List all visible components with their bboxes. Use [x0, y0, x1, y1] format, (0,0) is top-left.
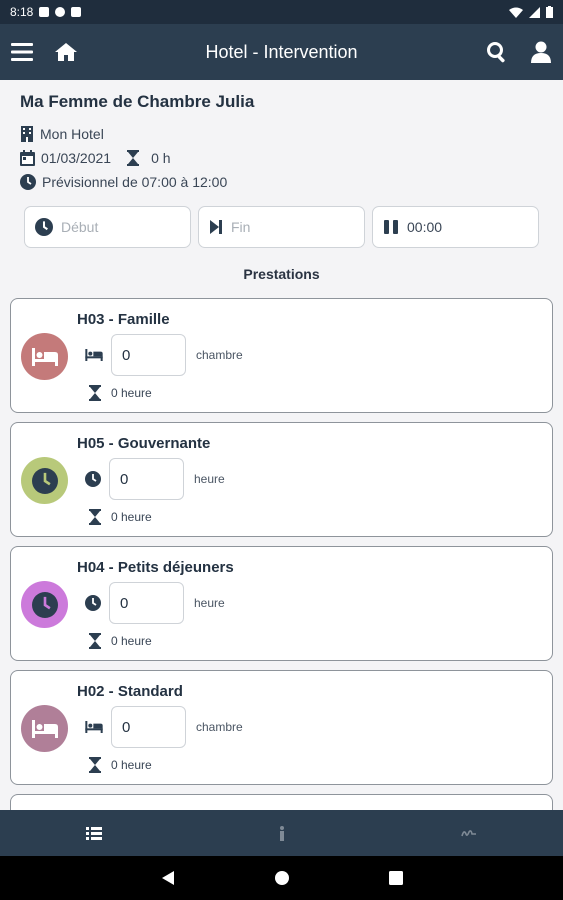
building-icon: [21, 126, 33, 142]
quantity-input[interactable]: 0: [111, 706, 186, 748]
intervention-duration: 0 h: [151, 150, 171, 166]
prestation-card[interactable]: H02 - Standard 0 chambre 0 heure: [10, 670, 553, 785]
hourglass-icon: [127, 150, 140, 166]
calendar-icon: [20, 150, 35, 166]
recents-icon[interactable]: [388, 871, 403, 885]
clock-icon: [31, 467, 58, 494]
quantity-input[interactable]: 0: [109, 582, 184, 624]
prestation-hours: 0 heure: [111, 386, 152, 400]
nav-prestations[interactable]: [0, 810, 188, 856]
step-forward-icon: [210, 220, 222, 234]
signal-icon: [529, 6, 540, 18]
end-time-field[interactable]: Fin: [198, 206, 365, 248]
clock-icon: [85, 471, 101, 487]
bed-icon: [85, 721, 103, 733]
notification-icon: [71, 7, 82, 17]
quantity-input[interactable]: 0: [109, 458, 184, 500]
battery-icon: [546, 6, 553, 18]
clock-icon: [85, 595, 101, 611]
hourglass-icon: [89, 509, 101, 525]
quantity-unit: chambre: [196, 348, 243, 362]
list-icon: [85, 826, 102, 840]
prestation-card[interactable]: H05 - Gouvernante 0 heure 0 heure: [10, 422, 553, 537]
prestation-title: H03 - Famille: [77, 311, 170, 328]
user-button[interactable]: [519, 30, 563, 74]
prestation-avatar: [21, 705, 68, 752]
start-time-placeholder: Début: [61, 219, 99, 235]
pause-icon: [384, 220, 398, 234]
hourglass-icon: [89, 385, 101, 401]
clock-icon: [35, 218, 53, 236]
menu-button[interactable]: [0, 30, 44, 74]
intervention-date: 01/03/2021: [41, 150, 112, 166]
status-time: 8:18: [10, 5, 34, 19]
pause-time-value: 00:00: [407, 219, 443, 235]
prestation-title: H02 - Standard: [77, 683, 183, 700]
pause-time-field[interactable]: 00:00: [372, 206, 539, 248]
prestation-hours: 0 heure: [111, 510, 152, 524]
quantity-input[interactable]: 0: [111, 334, 186, 376]
home-button[interactable]: [44, 30, 88, 74]
hotel-name: Mon Hotel: [40, 126, 104, 142]
bed-icon: [85, 349, 103, 361]
clock-icon: [20, 174, 36, 190]
status-bar: 8:18: [0, 0, 563, 24]
prestation-avatar: [21, 581, 68, 628]
menu-icon: [11, 43, 33, 61]
end-time-placeholder: Fin: [231, 219, 251, 235]
prestation-card[interactable]: [10, 794, 553, 810]
planned-line: Prévisionnel de 07:00 à 12:00: [20, 170, 543, 194]
time-fields: Début Fin 00:00: [0, 206, 563, 248]
start-time-field[interactable]: Début: [24, 206, 191, 248]
hourglass-icon: [89, 633, 101, 649]
bed-icon: [31, 719, 58, 738]
planned-schedule: Prévisionnel de 07:00 à 12:00: [42, 174, 228, 190]
app-bar: Hotel - Intervention: [0, 24, 563, 80]
prestation-title: H04 - Petits déjeuners: [77, 559, 234, 576]
home-icon: [55, 43, 77, 61]
content: Ma Femme de Chambre Julia Mon Hotel 01/0…: [0, 80, 563, 810]
system-nav-bar: [0, 856, 563, 900]
agent-name: Ma Femme de Chambre Julia: [20, 92, 255, 111]
search-icon: [487, 42, 505, 63]
section-title: Prestations: [243, 266, 320, 282]
notification-icon: [55, 7, 66, 17]
date-line: 01/03/2021 0 h: [20, 146, 543, 170]
search-button[interactable]: [475, 30, 519, 74]
quantity-unit: heure: [194, 472, 225, 486]
clock-icon: [31, 591, 58, 618]
hourglass-icon: [89, 757, 101, 773]
prestation-hours: 0 heure: [111, 634, 152, 648]
prestations-list: H03 - Famille 0 chambre 0 heure H05 - Go…: [0, 298, 563, 810]
prestation-title: H05 - Gouvernante: [77, 435, 211, 452]
prestation-card[interactable]: H04 - Petits déjeuners 0 heure 0 heure: [10, 546, 553, 661]
wifi-icon: [509, 7, 523, 18]
notification-icon: [39, 7, 50, 17]
bottom-nav: [0, 810, 563, 856]
prestation-avatar: [21, 333, 68, 380]
quantity-unit: chambre: [196, 720, 243, 734]
nav-info[interactable]: [188, 810, 376, 856]
home-circle-icon[interactable]: [274, 871, 289, 885]
prestation-avatar: [21, 457, 68, 504]
nav-signature[interactable]: [375, 810, 563, 856]
intervention-header: Ma Femme de Chambre Julia Mon Hotel 01/0…: [0, 80, 563, 194]
info-icon: [279, 825, 284, 841]
bed-icon: [31, 347, 58, 366]
back-icon[interactable]: [161, 870, 175, 886]
prestation-hours: 0 heure: [111, 758, 152, 772]
quantity-unit: heure: [194, 596, 225, 610]
hotel-line: Mon Hotel: [20, 122, 543, 146]
signature-icon: [461, 830, 477, 837]
prestation-card[interactable]: H03 - Famille 0 chambre 0 heure: [10, 298, 553, 413]
user-icon: [531, 41, 551, 63]
